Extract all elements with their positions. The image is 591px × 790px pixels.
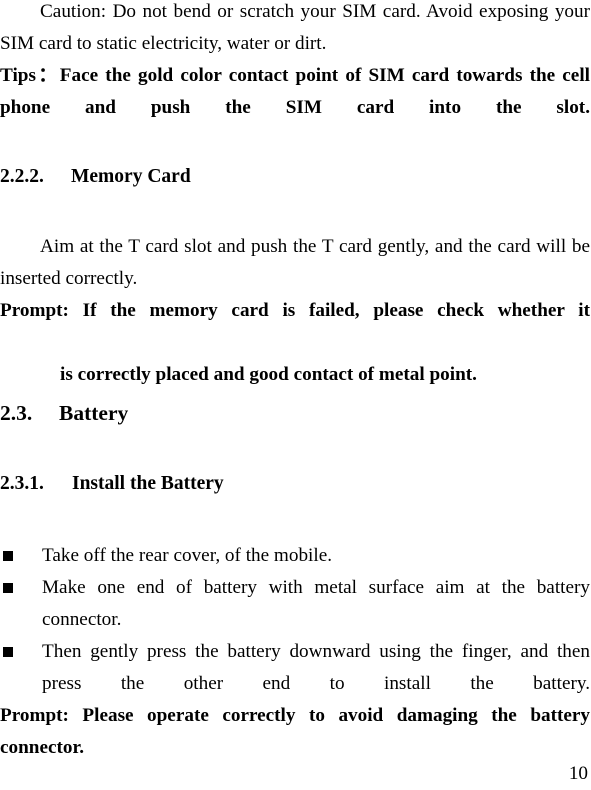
list-item-text: Take off the rear cover, of the mobile. (42, 545, 333, 566)
square-bullet-icon (3, 551, 13, 561)
memory-card-prompt-line-2: is correctly placed and good contact of … (60, 364, 477, 385)
heading-memory-card-title: Memory Card (71, 166, 191, 187)
square-bullet-icon (3, 647, 13, 657)
heading-memory-card: 2.2.2. Memory Card (0, 162, 191, 192)
list-item-text: Make one end of battery with metal surfa… (42, 577, 590, 630)
heading-battery-number: 2.3. (0, 401, 33, 425)
heading-battery-title: Battery (59, 401, 129, 425)
list-item-text: Then gently press the battery downward u… (42, 641, 590, 694)
document-page: Caution: Do not bend or scratch your SIM… (0, 0, 591, 790)
battery-prompt-paragraph: Prompt: Please operate correctly to avoi… (0, 705, 590, 758)
memory-card-prompt-line-1: Prompt: If the memory card is failed, pl… (0, 300, 590, 321)
list-item: Take off the rear cover, of the mobile. (0, 540, 590, 572)
memory-card-body-paragraph: Aim at the T card slot and push the T ca… (0, 236, 590, 289)
heading-install-battery: 2.3.1. Install the Battery (0, 469, 224, 499)
caution-paragraph: Caution: Do not bend or scratch your SIM… (0, 1, 590, 54)
square-bullet-icon (3, 583, 13, 593)
memory-card-prompt: Prompt: If the memory card is failed, pl… (0, 295, 590, 391)
heading-install-battery-number: 2.3.1. (0, 473, 44, 494)
tips-paragraph: Tips：Face the gold color contact point o… (0, 65, 590, 118)
heading-memory-card-number: 2.2.2. (0, 166, 44, 187)
heading-install-battery-title: Install the Battery (72, 473, 224, 494)
page-number: 10 (568, 763, 588, 784)
heading-battery: 2.3. Battery (0, 398, 128, 428)
